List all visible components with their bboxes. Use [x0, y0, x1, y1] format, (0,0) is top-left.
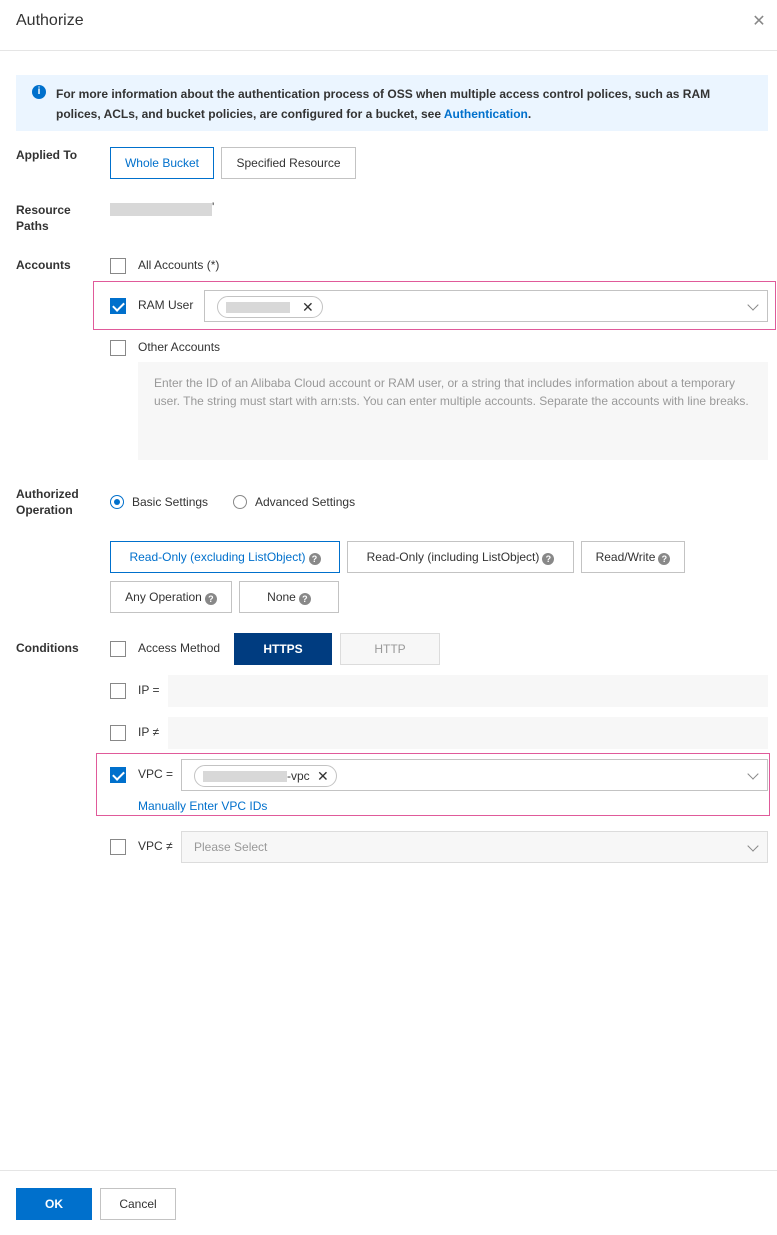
vpc-neq-checkbox[interactable]	[110, 839, 126, 855]
ram-user-select[interactable]: ✕	[204, 290, 768, 322]
vpc-tag-suffix: -vpc	[287, 769, 310, 783]
specified-resource-button[interactable]: Specified Resource	[221, 147, 356, 179]
read-write-button[interactable]: Read/Write?	[581, 541, 685, 573]
resource-path-suffix: '	[212, 200, 215, 214]
basic-settings-label: Basic Settings	[132, 495, 209, 509]
vpc-eq-label: VPC =	[138, 767, 174, 781]
vpc-neq-select[interactable]: Please Select	[181, 831, 768, 863]
other-accounts-checkbox[interactable]	[110, 340, 126, 356]
read-only-excluding-button[interactable]: Read-Only (excluding ListObject)?	[110, 541, 340, 573]
applied-to-label: Applied To	[16, 148, 78, 162]
any-operation-button[interactable]: Any Operation?	[110, 581, 232, 613]
chevron-down-icon	[747, 840, 759, 852]
manually-enter-vpc-link[interactable]: Manually Enter VPC IDs	[138, 799, 267, 813]
help-icon[interactable]: ?	[298, 593, 311, 605]
advanced-settings-label: Advanced Settings	[255, 495, 356, 509]
ram-user-redacted	[226, 302, 290, 313]
ip-eq-input[interactable]	[168, 675, 768, 707]
basic-settings-radio[interactable]	[110, 495, 124, 509]
help-icon[interactable]: ?	[204, 593, 217, 605]
close-icon[interactable]: ✕	[749, 12, 769, 32]
all-accounts-label: All Accounts (*)	[138, 258, 220, 272]
chevron-down-icon	[747, 768, 759, 780]
notice-suffix: .	[527, 107, 532, 121]
remove-tag-icon[interactable]: ✕	[317, 768, 329, 784]
ram-user-label: RAM User	[138, 298, 194, 312]
resource-path-redacted	[110, 203, 212, 216]
remove-tag-icon[interactable]: ✕	[302, 299, 314, 315]
ip-neq-input[interactable]	[168, 717, 768, 749]
ip-eq-checkbox[interactable]	[110, 683, 126, 699]
read-only-including-button[interactable]: Read-Only (including ListObject)?	[347, 541, 574, 573]
all-accounts-checkbox[interactable]	[110, 258, 126, 274]
help-icon[interactable]: ?	[542, 553, 555, 565]
help-icon[interactable]: ?	[308, 553, 321, 565]
chevron-down-icon	[747, 299, 759, 311]
none-button[interactable]: None?	[239, 581, 339, 613]
vpc-eq-select[interactable]: -vpc ✕	[181, 759, 768, 791]
whole-bucket-button[interactable]: Whole Bucket	[110, 147, 214, 179]
info-notice: i For more information about the authent…	[16, 75, 768, 131]
authentication-link[interactable]: Authentication	[444, 107, 528, 121]
http-toggle[interactable]: HTTP	[340, 633, 440, 665]
conditions-label: Conditions	[16, 641, 79, 655]
cancel-button[interactable]: Cancel	[100, 1188, 176, 1220]
dialog-header: Authorize ✕	[0, 0, 777, 51]
authorized-operation-label: Authorized Operation	[16, 487, 79, 517]
dialog-title: Authorize	[16, 12, 84, 29]
vpc-neq-label: VPC ≠	[138, 839, 173, 853]
vpc-tag: -vpc ✕	[194, 765, 337, 787]
resource-paths-label: Resource Paths	[16, 203, 71, 233]
vpc-neq-placeholder: Please Select	[194, 840, 268, 854]
help-icon[interactable]: ?	[658, 553, 671, 565]
ok-button[interactable]: OK	[16, 1188, 92, 1220]
notice-text: For more information about the authentic…	[56, 87, 711, 121]
ip-neq-checkbox[interactable]	[110, 725, 126, 741]
info-icon: i	[32, 85, 46, 99]
dialog-footer: OK Cancel	[0, 1170, 777, 1235]
ram-user-checkbox[interactable]	[110, 298, 126, 314]
other-accounts-textarea[interactable]: Enter the ID of an Alibaba Cloud account…	[138, 362, 768, 460]
vpc-redacted	[203, 771, 287, 782]
access-method-checkbox[interactable]	[110, 641, 126, 657]
access-method-label: Access Method	[138, 641, 221, 655]
vpc-eq-checkbox[interactable]	[110, 767, 126, 783]
accounts-label: Accounts	[16, 258, 71, 272]
other-accounts-label: Other Accounts	[138, 340, 221, 354]
advanced-settings-radio[interactable]	[233, 495, 247, 509]
ram-user-tag: ✕	[217, 296, 323, 318]
ip-neq-label: IP ≠	[138, 725, 160, 739]
https-toggle[interactable]: HTTPS	[234, 633, 332, 665]
ip-eq-label: IP =	[138, 683, 160, 697]
